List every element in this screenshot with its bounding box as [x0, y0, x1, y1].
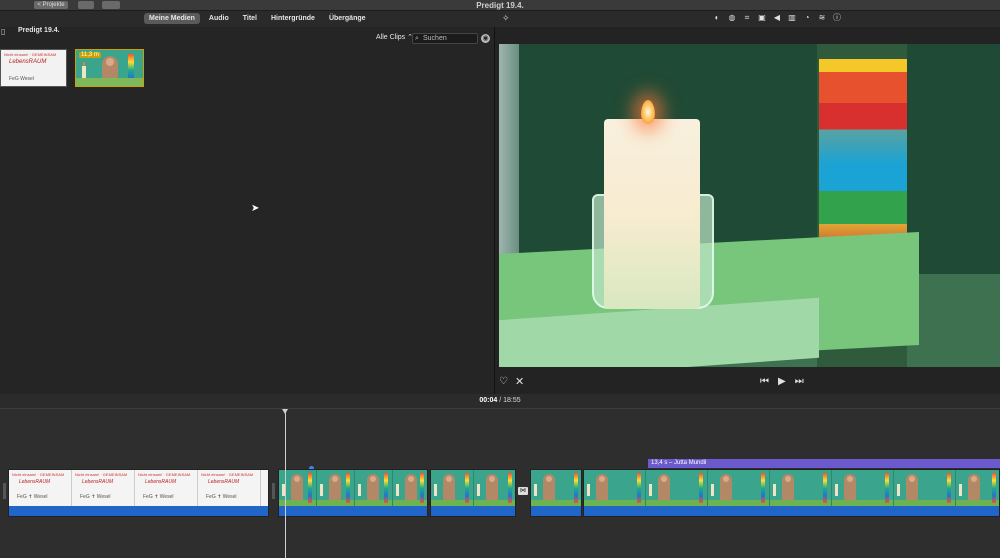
favorite-icon[interactable]: ♡: [499, 376, 508, 387]
timecode-display: 00:04 / 18:55: [0, 397, 1000, 404]
video-frame: [355, 470, 393, 506]
search-input[interactable]: ⌕ Suchen: [412, 33, 478, 44]
playhead[interactable]: [282, 409, 288, 558]
video-frame: [646, 470, 708, 506]
viewer: ♡ ✕ ⏮ ▶ ⏭: [494, 27, 1000, 394]
video-frame: [474, 470, 515, 506]
tab-titel[interactable]: Titel: [238, 13, 262, 24]
media-browser: ▯ Predigt 19.4. Alle Clips ⌃ ⌕ Suchen ◉ …: [0, 27, 494, 394]
total-time: 18:55: [503, 397, 521, 404]
video-frame: [956, 470, 999, 506]
title-bar: < Projekte Predigt 19.4.: [0, 0, 1000, 11]
video-frame: [317, 470, 355, 506]
logo-frame: Nicht einsam! · GEMEINSAM LebensRAUM FeG ✝…: [72, 470, 135, 506]
audio-waveform[interactable]: [431, 506, 515, 516]
logo-wordmark: LebensRAUM: [9, 59, 47, 65]
mouse-cursor-icon: ➤: [251, 203, 260, 214]
video-preview[interactable]: [499, 44, 1000, 367]
viewer-controls: ♡ ✕ ⏮ ▶ ⏭: [495, 372, 1000, 394]
volume-icon[interactable]: ◀: [772, 13, 782, 23]
logo-church: FeG Wesel: [9, 76, 34, 82]
filter-options-icon[interactable]: ◉: [481, 34, 490, 43]
timeline-clip-sermon-1[interactable]: [278, 469, 428, 517]
search-placeholder: Suchen: [423, 35, 447, 42]
logo-frame: Nicht einsam! · GEMEINSAM LebensRAUM FeG ✝…: [198, 470, 261, 506]
clip-handle[interactable]: [3, 483, 6, 499]
table-thumb: [76, 78, 143, 86]
logo-frame: Nicht einsam! · GEMEINSAM LebensRAUM FeG ✝…: [135, 470, 198, 506]
event-title: Predigt 19.4.: [18, 27, 60, 34]
equalizer-icon[interactable]: ▥: [787, 13, 797, 23]
color-correction-icon[interactable]: ◍: [727, 13, 737, 23]
skip-back-icon[interactable]: ⏮: [760, 376, 769, 387]
window-title: Predigt 19.4.: [476, 1, 524, 10]
video-frame: [894, 470, 956, 506]
audio-waveform[interactable]: [531, 506, 581, 516]
stabilization-icon[interactable]: ▣: [757, 13, 767, 23]
viewer-adjustments: ◐ ◍ ⌗ ▣ ◀ ▥ ◔ ≋ ⓘ: [712, 13, 842, 23]
tab-hintergruende[interactable]: Hintergründe: [266, 13, 320, 24]
media-clip-logo[interactable]: Nicht einsam! · GEMEINSAM LebensRAUM FeG…: [0, 49, 67, 87]
video-frame: [393, 470, 427, 506]
color-balance-icon[interactable]: ◐: [712, 13, 722, 23]
video-frame: [531, 470, 581, 506]
crop-icon[interactable]: ⌗: [742, 13, 752, 23]
reject-icon[interactable]: ✕: [515, 375, 524, 388]
media-clip-scene[interactable]: 11,3 m: [75, 49, 144, 87]
audio-waveform[interactable]: [279, 506, 427, 516]
audio-waveform[interactable]: [584, 506, 999, 516]
audio-waveform[interactable]: [9, 506, 268, 516]
title-clip[interactable]: 13,4 s – Jutta Mundil: [648, 459, 1000, 468]
clip-duration-badge: 11,3 m: [79, 52, 101, 58]
play-icon[interactable]: ▶: [778, 376, 786, 387]
logo-frame: Nicht einsam! · GEMEINSAM LebensRAUM FeG ✝…: [9, 470, 72, 506]
video-frame: [770, 470, 832, 506]
magic-wand-icon[interactable]: ✧: [502, 13, 510, 24]
video-frame: [832, 470, 894, 506]
media-tabs: Meine Medien Audio Titel Hintergründe Üb…: [144, 13, 371, 24]
current-time: 00:04: [479, 397, 498, 404]
timeline-clip-sermon-4[interactable]: [583, 469, 1000, 517]
timeline-clip-sermon-2[interactable]: [430, 469, 516, 517]
clip-handle[interactable]: [272, 483, 275, 499]
timeline: Nicht einsam! · GEMEINSAM LebensRAUM FeG ✝…: [0, 408, 1000, 558]
logo-tagline: Nicht einsam! · GEMEINSAM: [4, 52, 57, 57]
tab-uebergaenge[interactable]: Übergänge: [324, 13, 371, 24]
noise-reduction-icon[interactable]: ≋: [817, 13, 827, 23]
tab-audio[interactable]: Audio: [204, 13, 234, 24]
info-icon[interactable]: ⓘ: [832, 13, 842, 23]
timeline-clip-sermon-3[interactable]: [530, 469, 582, 517]
candle: [604, 119, 700, 309]
top-toolbar: Meine Medien Audio Titel Hintergründe Üb…: [0, 11, 1000, 27]
tab-meine-medien[interactable]: Meine Medien: [144, 13, 200, 24]
clip-filter-select[interactable]: Alle Clips ⌃: [376, 33, 413, 41]
time-separator: /: [499, 397, 502, 404]
transport-controls: ⏮ ▶ ⏭: [760, 376, 804, 387]
timeline-clip-logo[interactable]: Nicht einsam! · GEMEINSAM LebensRAUM FeG ✝…: [8, 469, 269, 517]
video-frame: [431, 470, 474, 506]
transition-icon[interactable]: ⋈: [518, 487, 528, 495]
video-frame: [708, 470, 770, 506]
search-icon: ⌕: [415, 35, 419, 42]
sidebar-toggle-icon[interactable]: ▯: [1, 27, 5, 36]
speed-icon[interactable]: ◔: [802, 13, 812, 23]
video-frame: [584, 470, 646, 506]
skip-forward-icon[interactable]: ⏭: [795, 376, 804, 387]
candle-flame: [641, 100, 655, 124]
